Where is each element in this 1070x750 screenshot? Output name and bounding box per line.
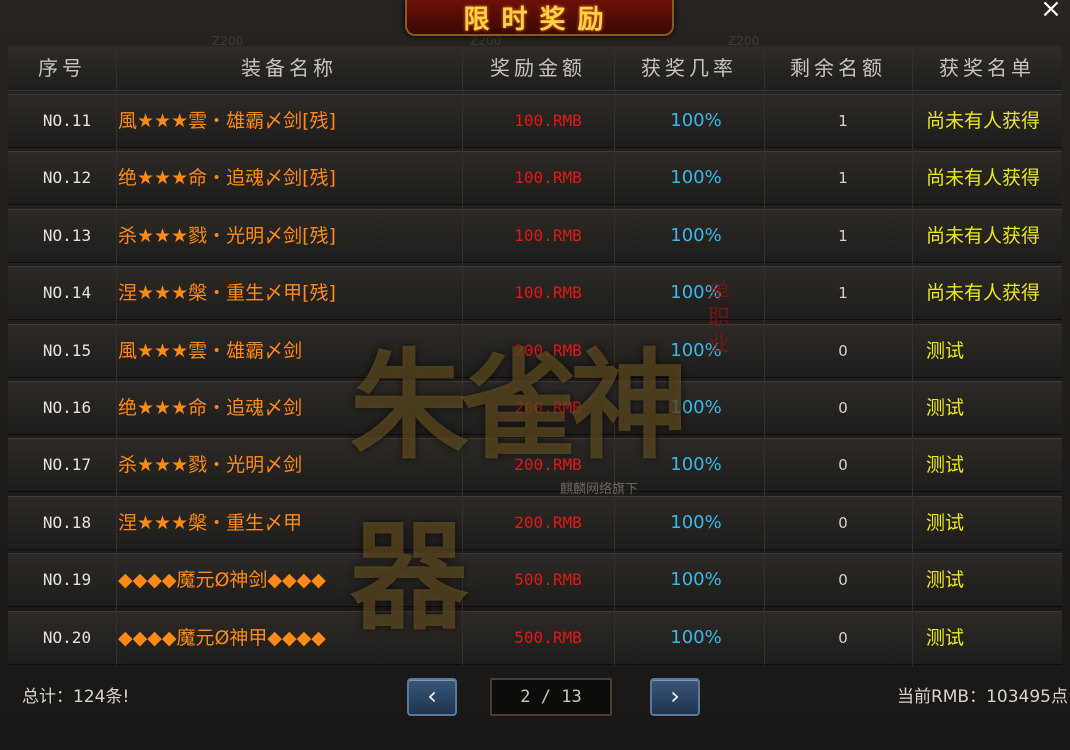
winner-name: 测试	[926, 339, 965, 362]
reward-amount: 200.RMB	[514, 340, 582, 360]
header-item-name: 装备名称	[116, 46, 463, 90]
win-rate: 100%	[670, 626, 722, 648]
close-icon: ×	[1040, 0, 1062, 24]
winner-name: 测试	[926, 569, 965, 592]
reward-amount: 500.RMB	[514, 627, 582, 647]
header-winner-list: 获奖名单	[939, 56, 1035, 80]
item-name: 杀★★★戮・光明〆剑	[118, 454, 303, 477]
remaining-slots: 1	[838, 284, 848, 303]
winner-name: 尚未有人获得	[926, 282, 1041, 305]
column-divider	[764, 46, 765, 666]
row-index: NO.20	[42, 627, 92, 647]
win-rate: 100%	[670, 110, 722, 131]
reward-amount: 100.RMB	[514, 111, 582, 130]
win-rate: 100%	[670, 454, 722, 476]
remaining-slots: 1	[838, 112, 848, 130]
table-row: NO.17 杀★★★戮・光明〆剑 200.RMB 100% 0 测试	[8, 438, 1062, 493]
page-indicator: 2 / 13	[490, 678, 612, 716]
remaining-slots: 0	[838, 513, 848, 532]
item-name: 绝★★★命・追魂〆剑	[118, 397, 303, 419]
column-divider	[912, 46, 913, 666]
remaining-slots: 0	[838, 571, 848, 590]
win-rate: 100%	[670, 167, 722, 189]
reward-amount: 100.RMB	[514, 283, 582, 303]
total-count: 总计：124条!	[22, 687, 130, 707]
remaining-slots: 1	[838, 226, 848, 245]
item-name: 绝★★★命・追魂〆剑[残]	[118, 167, 336, 190]
row-index: NO.19	[42, 570, 92, 590]
reward-amount: 200.RMB	[514, 455, 582, 475]
item-name: 杀★★★戮・光明〆剑[残]	[118, 224, 336, 247]
item-name: 風★★★雲・雄霸〆剑	[118, 339, 303, 362]
row-index: NO.13	[42, 225, 92, 245]
winner-name: 尚未有人获得	[926, 224, 1041, 247]
reward-window: Z200 Z200 Z200 限时奖励 × 序号 装备名称 奖励金额 获奖几率 …	[0, 0, 1070, 750]
item-name: ◆◆◆◆魔元Ø神甲◆◆◆◆	[118, 626, 326, 649]
row-index: NO.18	[42, 512, 92, 532]
winner-name: 尚未有人获得	[926, 167, 1041, 190]
winner-name: 尚未有人获得	[926, 110, 1041, 132]
win-rate: 100%	[670, 282, 722, 304]
header-index: 序号	[8, 46, 117, 90]
win-rate: 100%	[670, 339, 722, 361]
winner-name: 测试	[926, 511, 965, 534]
table-row: NO.13 杀★★★戮・光明〆剑[残] 100.RMB 100% 1 尚未有人获得	[8, 208, 1062, 263]
header-remaining: 剩余名额	[764, 46, 913, 90]
reward-amount: 100.RMB	[514, 168, 582, 188]
win-rate: 100%	[670, 397, 722, 418]
row-index: NO.15	[42, 340, 92, 360]
table-header: 序号 装备名称 奖励金额 获奖几率 剩余名额 获奖名单	[8, 46, 1062, 91]
table-row: NO.15 風★★★雲・雄霸〆剑 200.RMB 100% 0 测试	[8, 323, 1062, 378]
item-name: 風★★★雲・雄霸〆剑[残]	[118, 110, 336, 132]
reward-amount: 100.RMB	[514, 225, 582, 245]
reward-amount: 200.RMB	[514, 398, 582, 417]
title-banner: 限时奖励	[405, 0, 674, 36]
prev-page-button[interactable]: ‹	[407, 678, 457, 716]
remaining-slots: 0	[838, 399, 848, 417]
row-index: NO.11	[42, 111, 92, 130]
header-win-rate: 获奖几率	[614, 46, 765, 90]
window-title: 限时奖励	[463, 4, 616, 35]
win-rate: 100%	[670, 511, 722, 533]
reward-amount: 500.RMB	[514, 570, 582, 590]
table-row: NO.20 ◆◆◆◆魔元Ø神甲◆◆◆◆ 500.RMB 100% 0 测试	[8, 610, 1062, 665]
column-divider	[614, 46, 615, 666]
remaining-slots: 0	[838, 341, 848, 360]
remaining-slots: 0	[838, 628, 848, 647]
row-index: NO.14	[42, 283, 92, 303]
table-row: NO.18 涅★★★槃・重生〆甲 200.RMB 100% 0 测试	[8, 495, 1062, 550]
chevron-right-icon: ›	[670, 682, 680, 710]
header-reward-amount: 奖励金额	[462, 46, 615, 90]
item-name: 涅★★★槃・重生〆甲	[118, 511, 303, 534]
current-rmb-balance: 当前RMB：103495点	[896, 687, 1068, 707]
remaining-slots: 1	[838, 169, 848, 188]
item-name: ◆◆◆◆魔元Ø神剑◆◆◆◆	[118, 569, 326, 592]
remaining-slots: 0	[838, 456, 848, 475]
table-row: NO.19 ◆◆◆◆魔元Ø神剑◆◆◆◆ 500.RMB 100% 0 测试	[8, 553, 1062, 608]
item-name: 涅★★★槃・重生〆甲[残]	[118, 282, 336, 305]
chevron-left-icon: ‹	[427, 682, 437, 710]
table-row: NO.16 绝★★★命・追魂〆剑 200.RMB 100% 0 测试	[8, 381, 1062, 435]
column-divider	[462, 46, 463, 666]
table-row: NO.11 風★★★雲・雄霸〆剑[残] 100.RMB 100% 1 尚未有人获得	[8, 94, 1062, 148]
next-page-button[interactable]: ›	[650, 678, 700, 716]
close-button[interactable]: ×	[1036, 0, 1066, 24]
table-row: NO.14 涅★★★槃・重生〆甲[残] 100.RMB 100% 1 尚未有人获得	[8, 266, 1062, 321]
column-divider	[116, 46, 117, 666]
row-index: NO.16	[42, 398, 92, 417]
table-row: NO.12 绝★★★命・追魂〆剑[残] 100.RMB 100% 1 尚未有人获得	[8, 151, 1062, 206]
winner-name: 测试	[926, 397, 965, 419]
row-index: NO.12	[42, 168, 92, 188]
win-rate: 100%	[670, 569, 722, 591]
win-rate: 100%	[670, 224, 722, 246]
row-index: NO.17	[42, 455, 92, 475]
winner-name: 测试	[926, 626, 965, 649]
winner-name: 测试	[926, 454, 965, 477]
reward-amount: 200.RMB	[514, 512, 582, 532]
